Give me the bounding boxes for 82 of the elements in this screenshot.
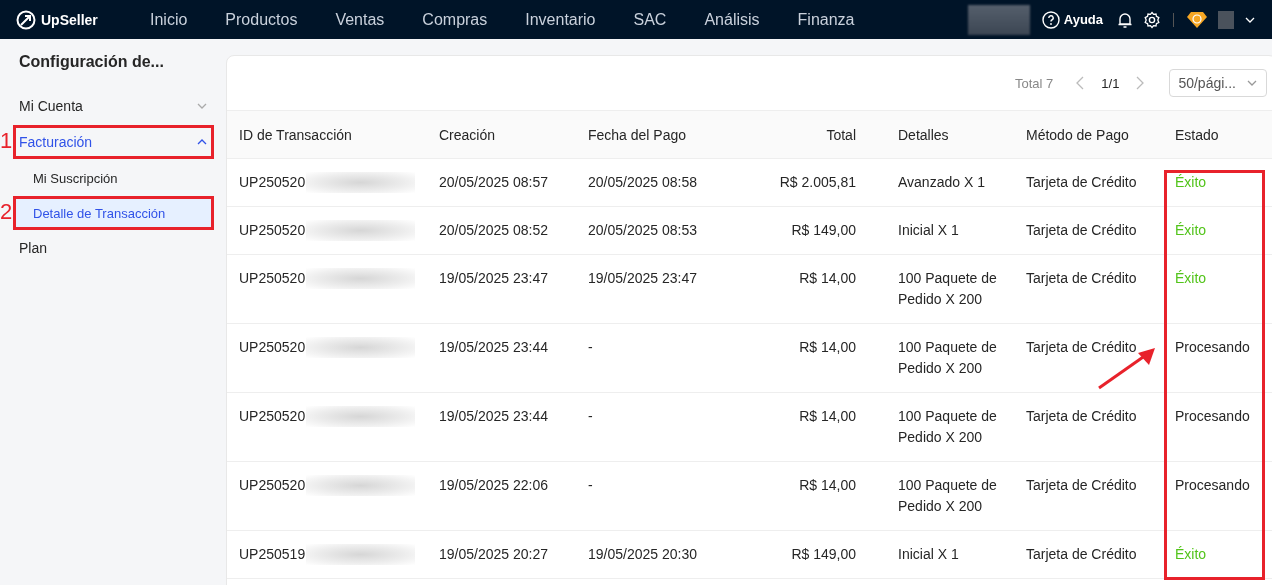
column-header: ID de Transacción	[227, 111, 427, 159]
table-cell: 20/05/2025 08:52	[439, 222, 548, 238]
column-header: Detalles	[886, 111, 1014, 159]
table-cell: 100 Paquete de Pedido X 200	[898, 339, 997, 376]
sidebar-title: Configuración de...	[18, 53, 165, 72]
coin-badge-icon	[1186, 10, 1208, 29]
help-link[interactable]: Ayuda	[1041, 10, 1103, 29]
annotation-number: 1	[0, 128, 13, 154]
table-cell: 19/05/2025 20:30	[588, 546, 697, 562]
table-cell: 19/05/2025 23:47	[588, 270, 697, 286]
table-cell: R$ 149,00	[791, 546, 856, 562]
status-text: Procesando	[1175, 408, 1250, 424]
transaction-id: UP250520	[239, 221, 307, 240]
table-cell: 20/05/2025 08:58	[588, 174, 697, 190]
transaction-id: UP250520	[239, 173, 307, 192]
table-cell: 100 Paquete de Pedido X 200	[898, 408, 997, 445]
table-cell: R$ 14,00	[799, 477, 856, 493]
table-cell: Tarjeta de Crédito	[1026, 222, 1137, 238]
table-cell: 100 Paquete de Pedido X 200	[898, 477, 997, 514]
table-cell: 100 Paquete de Pedido X 200	[898, 270, 997, 307]
status-text: Procesando	[1175, 477, 1250, 493]
column-header: Estado	[1163, 111, 1272, 159]
brand-name[interactable]: UpSeller	[41, 11, 98, 28]
status-text: Procesando	[1175, 339, 1250, 355]
table-cell: Inicial X 1	[898, 546, 959, 562]
sidebar-menu-item[interactable]: Plan	[13, 231, 214, 265]
total-count: Total 7	[1015, 75, 1054, 91]
table-cell: 19/05/2025 20:27	[439, 546, 548, 562]
nav-link[interactable]: Productos	[206, 10, 317, 29]
table-cell: Inicial X 1	[898, 222, 959, 238]
table-cell: Tarjeta de Crédito	[1026, 477, 1137, 493]
status-text: Éxito	[1175, 174, 1207, 190]
nav-link[interactable]: Inicio	[131, 10, 207, 29]
nav-link[interactable]: SAC	[614, 10, 686, 29]
table-cell: 19/05/2025 22:06	[439, 477, 548, 493]
column-header: Método de Pago	[1014, 111, 1163, 159]
nav-link[interactable]: Compras	[403, 10, 507, 29]
table-cell: 19/05/2025 23:47	[439, 270, 548, 286]
annotation-number: 2	[0, 199, 13, 225]
table-cell: Tarjeta de Crédito	[1026, 270, 1137, 286]
column-header: Total	[736, 111, 886, 159]
settings-icon[interactable]	[1143, 10, 1161, 29]
status-text: Éxito	[1175, 270, 1207, 286]
sidebar-submenu-item[interactable]: Detalle de Transacción	[13, 196, 214, 230]
table-cell: R$ 14,00	[799, 408, 856, 424]
table-cell: -	[588, 408, 593, 424]
table-cell: 20/05/2025 08:57	[439, 174, 548, 190]
table-cell: Tarjeta de Crédito	[1026, 174, 1137, 190]
nav-link[interactable]: Inventario	[506, 10, 615, 29]
table-cell: R$ 2.005,81	[779, 174, 856, 190]
help-icon	[1041, 10, 1060, 29]
column-header: Fecha del Pago	[576, 111, 736, 159]
bell-icon[interactable]	[1117, 10, 1133, 29]
nav-link[interactable]: Finanza	[778, 10, 874, 29]
table-cell: Tarjeta de Crédito	[1026, 408, 1137, 424]
table-cell: 19/05/2025 23:44	[439, 339, 548, 355]
transaction-id: UP250520	[239, 476, 307, 495]
table-cell: -	[588, 339, 593, 355]
redacted-block	[967, 4, 1030, 35]
status-text: Éxito	[1175, 546, 1207, 562]
table-cell: R$ 14,00	[799, 270, 856, 286]
nav-link[interactable]: Ventas	[316, 10, 404, 29]
transaction-id: UP250520	[239, 407, 307, 426]
table-cell: 20/05/2025 08:53	[588, 222, 697, 238]
table-cell: Avanzado X 1	[898, 174, 985, 190]
table-cell: 19/05/2025 23:44	[439, 408, 548, 424]
sidebar-menu-item[interactable]: Facturación	[13, 125, 214, 159]
nav-link[interactable]: Análisis	[685, 10, 779, 29]
table-cell: R$ 14,00	[799, 339, 856, 355]
sidebar-submenu-item[interactable]: Mi Suscripción	[13, 161, 214, 195]
transaction-id: UP250520	[239, 269, 307, 288]
sidebar-menu-item[interactable]: Mi Cuenta	[13, 89, 214, 123]
page-indicator: 1/1	[1101, 75, 1120, 91]
table-cell: Tarjeta de Crédito	[1026, 339, 1137, 355]
status-text: Éxito	[1175, 222, 1207, 238]
table-cell: -	[588, 477, 593, 493]
table-cell: R$ 149,00	[791, 222, 856, 238]
column-header: Creación	[427, 111, 576, 159]
transaction-id: UP250520	[239, 338, 307, 357]
table-cell: Tarjeta de Crédito	[1026, 546, 1137, 562]
transaction-id: UP250519	[239, 545, 307, 564]
page-size-select[interactable]: 50/pági...	[1169, 69, 1267, 97]
